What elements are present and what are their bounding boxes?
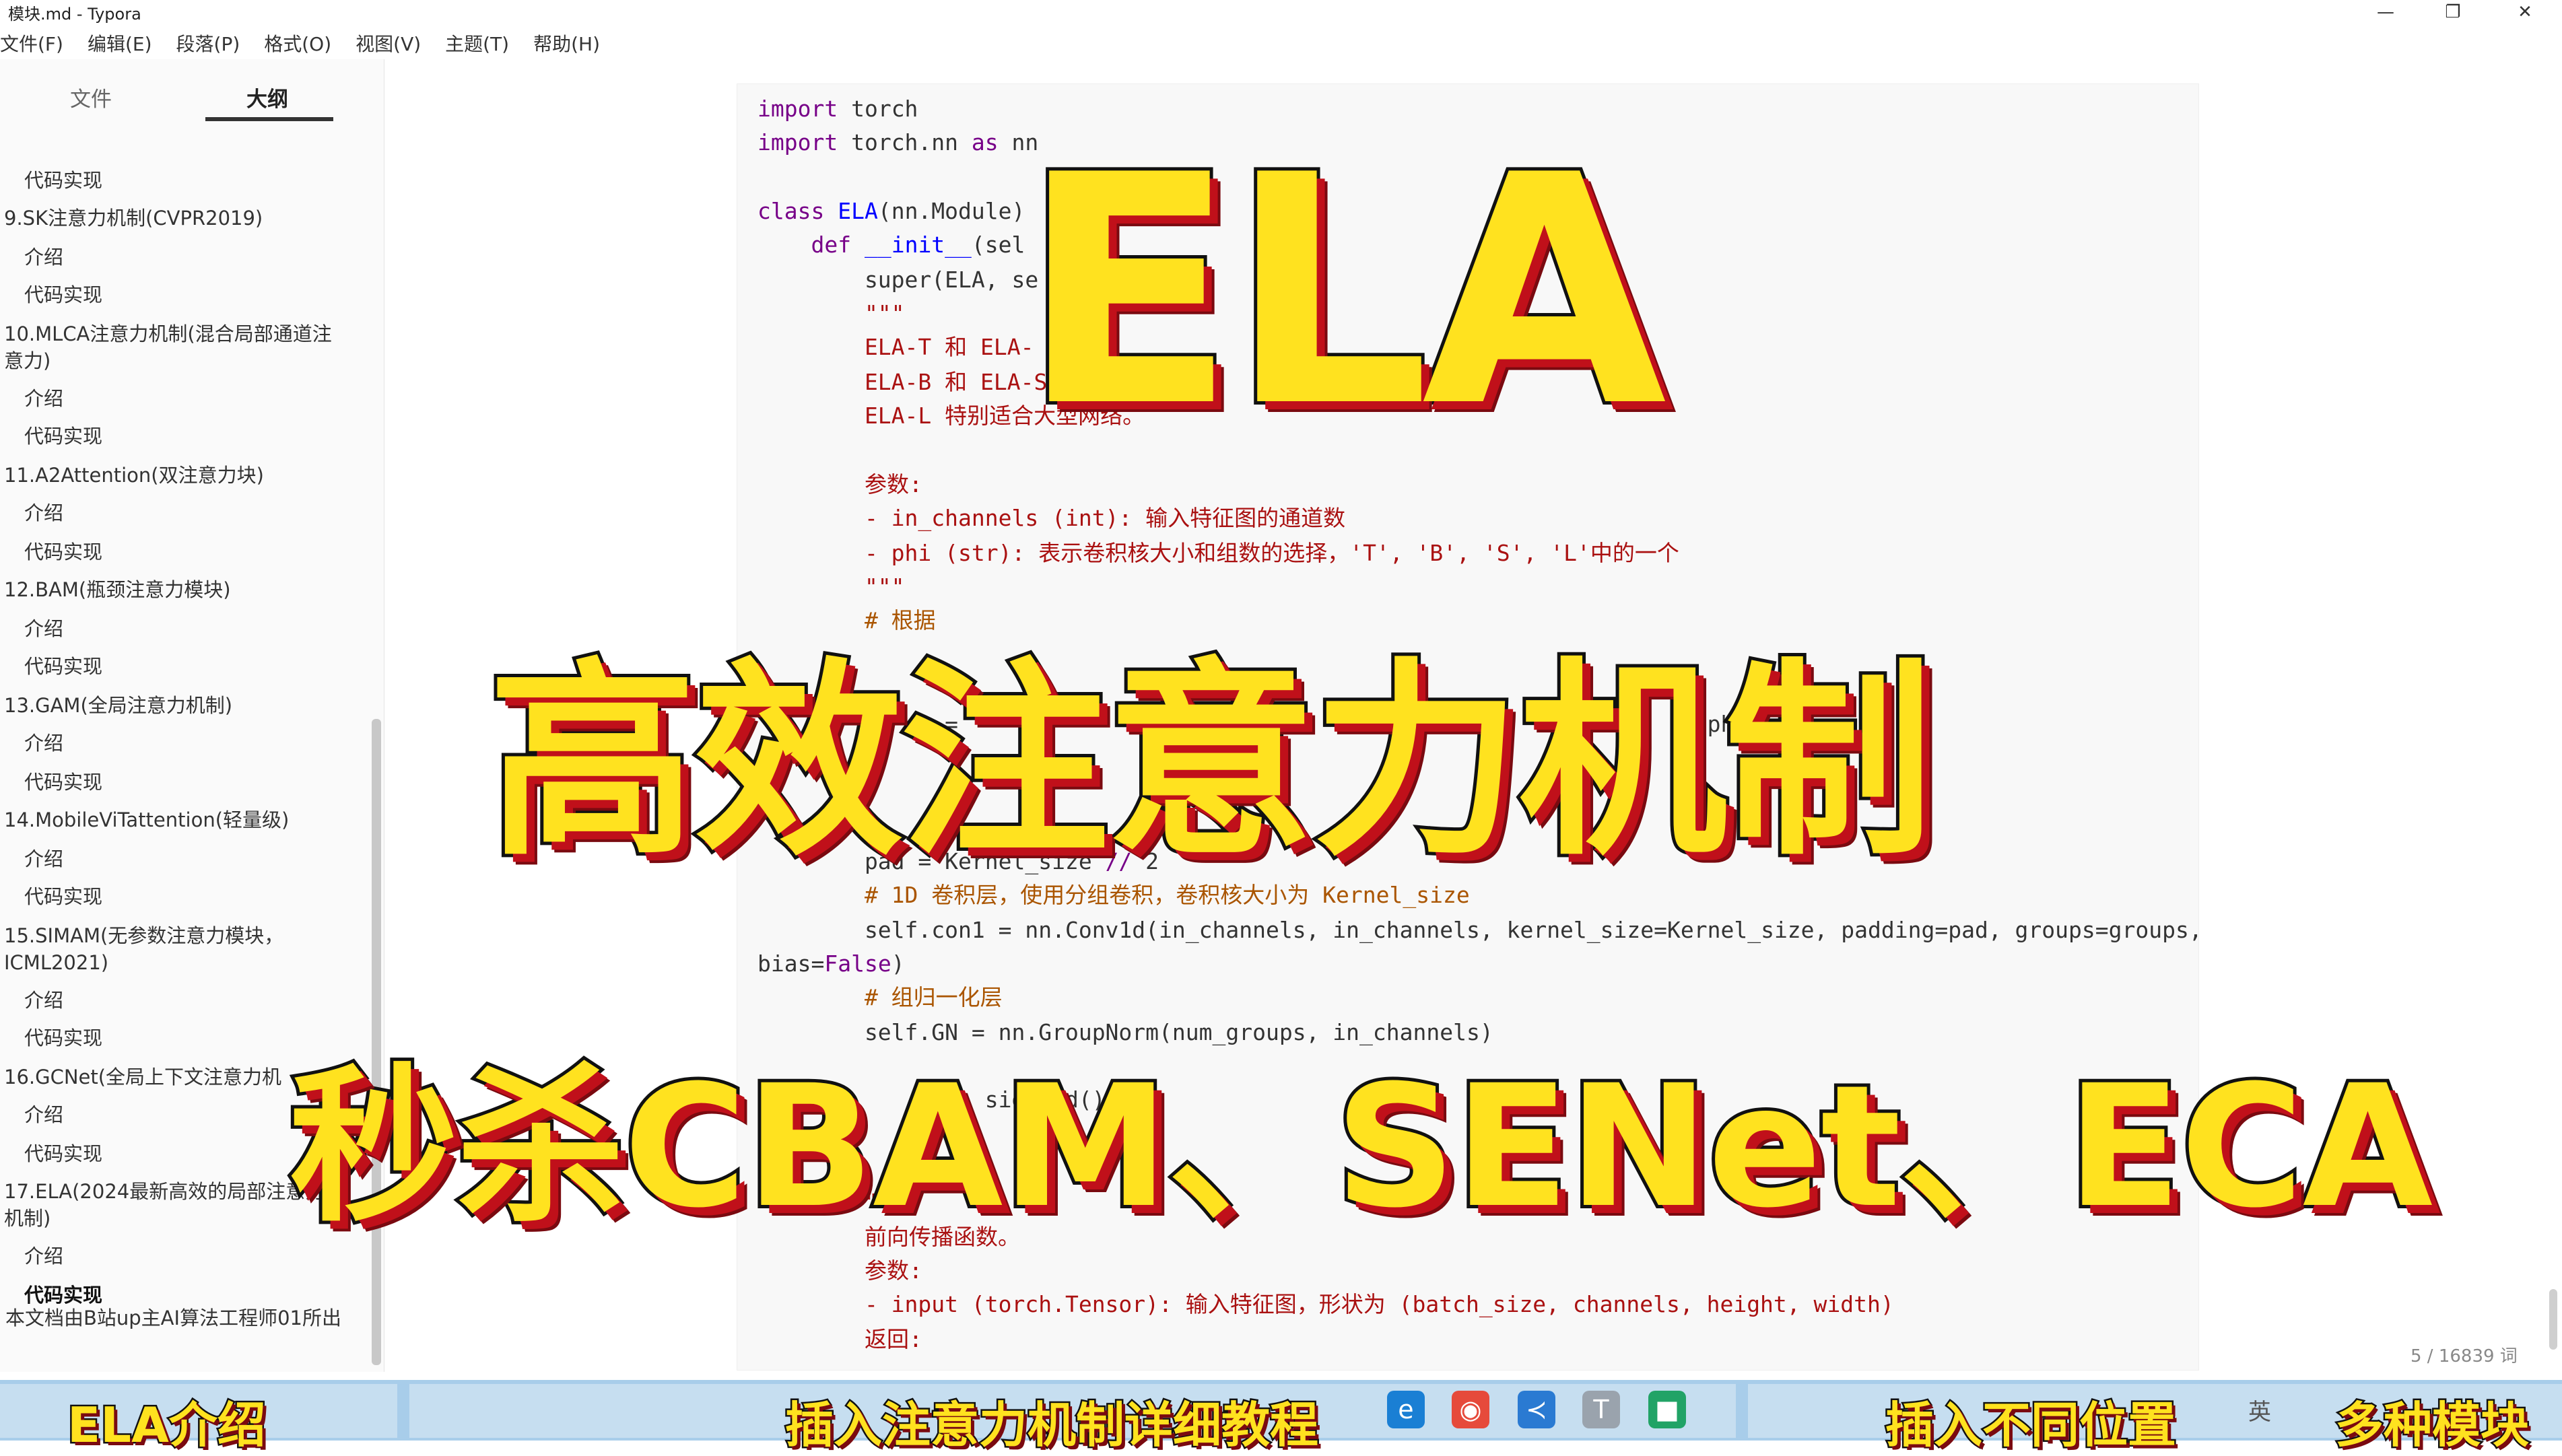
menu-help[interactable]: 帮助(H): [533, 30, 600, 57]
code-line: # 组归一化层: [757, 984, 1003, 1010]
overlay-title-efficient-attention: 高效注意力机制: [485, 637, 1936, 887]
pycharm-icon[interactable]: ■: [1648, 1391, 1686, 1428]
outline-item[interactable]: 代码实现: [24, 769, 361, 796]
code-line: 参数:: [757, 471, 922, 497]
caption-ela-intro: ELA介绍: [66, 1395, 268, 1455]
outline-item[interactable]: 介绍: [24, 845, 361, 872]
vscode-icon[interactable]: ≺: [1518, 1391, 1555, 1428]
code-line: def __init__(sel: [811, 232, 1025, 258]
outline-item[interactable]: 代码实现: [24, 423, 361, 450]
outline-item[interactable]: 介绍: [24, 499, 361, 526]
outline-item[interactable]: 代码实现: [24, 281, 361, 308]
menu-file[interactable]: 文件(F): [0, 30, 63, 57]
tab-files[interactable]: 文件: [70, 82, 112, 112]
code-line: - in_channels (int): 输入特征图的通道数: [757, 505, 1346, 531]
outline-item[interactable]: 13.GAM(全局注意力机制): [4, 692, 341, 719]
code-line: 返回:: [757, 1326, 922, 1352]
title-bar: 模块.md - Typora: [0, 0, 2562, 24]
editor-scrollbar[interactable]: [2549, 1289, 2557, 1350]
outline-item[interactable]: 代码实现: [24, 539, 361, 565]
outline-item[interactable]: 15.SIMAM(无参数注意力模块，ICML2021): [4, 922, 341, 976]
code-line: bias=False): [757, 950, 905, 977]
close-button[interactable]: ✕: [2495, 0, 2555, 24]
code-line: import torch.nn as nn: [757, 129, 1039, 155]
code-line: super(ELA, se: [757, 267, 1039, 293]
menu-paragraph[interactable]: 段落(P): [176, 30, 240, 57]
outline-item[interactable]: 9.SK注意力机制(CVPR2019): [4, 205, 341, 232]
outline-item[interactable]: 介绍: [24, 244, 361, 271]
word-count[interactable]: 5 / 16839 词: [2411, 1342, 2518, 1367]
typora-icon[interactable]: T: [1582, 1391, 1620, 1428]
chrome-browser-icon[interactable]: ◉: [1452, 1391, 1489, 1428]
menu-edit[interactable]: 编辑(E): [88, 30, 152, 57]
menu-view[interactable]: 视图(V): [356, 30, 421, 57]
code-line: class ELA(nn.Module): [757, 198, 1025, 224]
overlay-title-ela: ELA: [1017, 104, 1670, 479]
outline-item[interactable]: 代码实现: [24, 653, 361, 680]
minimize-button[interactable]: —: [2355, 0, 2416, 24]
code-line: - input (torch.Tensor): 输入特征图，形状为 (batch…: [757, 1291, 1894, 1317]
code-line: import torch: [757, 96, 918, 122]
outline-item[interactable]: 14.MobileViTattention(轻量级): [4, 806, 341, 833]
code-line: 参数:: [757, 1257, 922, 1284]
outline-item[interactable]: 代码实现: [24, 883, 361, 910]
outline-item[interactable]: 10.MLCA注意力机制(混合局部通道注意力): [4, 320, 341, 374]
code-line: self.con1 = nn.Conv1d(in_channels, in_ch…: [757, 917, 2202, 943]
outline-item[interactable]: 12.BAM(瓶颈注意力模块): [4, 576, 341, 603]
outline-item[interactable]: 介绍: [24, 615, 361, 642]
edge-browser-icon[interactable]: e: [1387, 1391, 1425, 1428]
outline-item[interactable]: 代码实现: [24, 167, 361, 194]
menu-bar: 文件(F) 编辑(E) 段落(P) 格式(O) 视图(V) 主题(T) 帮助(H…: [0, 27, 2562, 59]
outline-item[interactable]: 介绍: [24, 385, 361, 412]
ime-indicator[interactable]: 英: [2241, 1391, 2279, 1428]
tab-outline[interactable]: 大纲: [246, 82, 288, 112]
outline-item[interactable]: 11.A2Attention(双注意力块): [4, 462, 341, 489]
maximize-button[interactable]: ❐: [2423, 0, 2483, 24]
outline-footer-note[interactable]: 本文档由B站up主AI算法工程师01所出: [5, 1305, 356, 1331]
overlay-title-beats-models: 秒杀CBAM、SENet、ECA: [286, 1045, 2436, 1248]
code-line: - phi (str): 表示卷积核大小和组数的选择，'T', 'B', 'S'…: [757, 540, 1679, 566]
code-line: """: [757, 300, 905, 326]
sidebar-tabs: 文件 大纲: [0, 59, 384, 131]
caption-insert-positions: 插入不同位置: [1883, 1395, 2178, 1455]
caption-insert-tutorial: 插入注意力机制详细教程: [783, 1395, 1320, 1455]
caption-multiple-modules: 多种模块: [2333, 1395, 2530, 1455]
outline-item[interactable]: 介绍: [24, 730, 361, 757]
menu-theme[interactable]: 主题(T): [445, 30, 509, 57]
code-line: ELA-B 和 ELA-S: [757, 369, 1048, 395]
menu-format[interactable]: 格式(O): [264, 30, 331, 57]
window-title: 模块.md - Typora: [8, 4, 141, 24]
tab-active-indicator: [205, 117, 333, 121]
